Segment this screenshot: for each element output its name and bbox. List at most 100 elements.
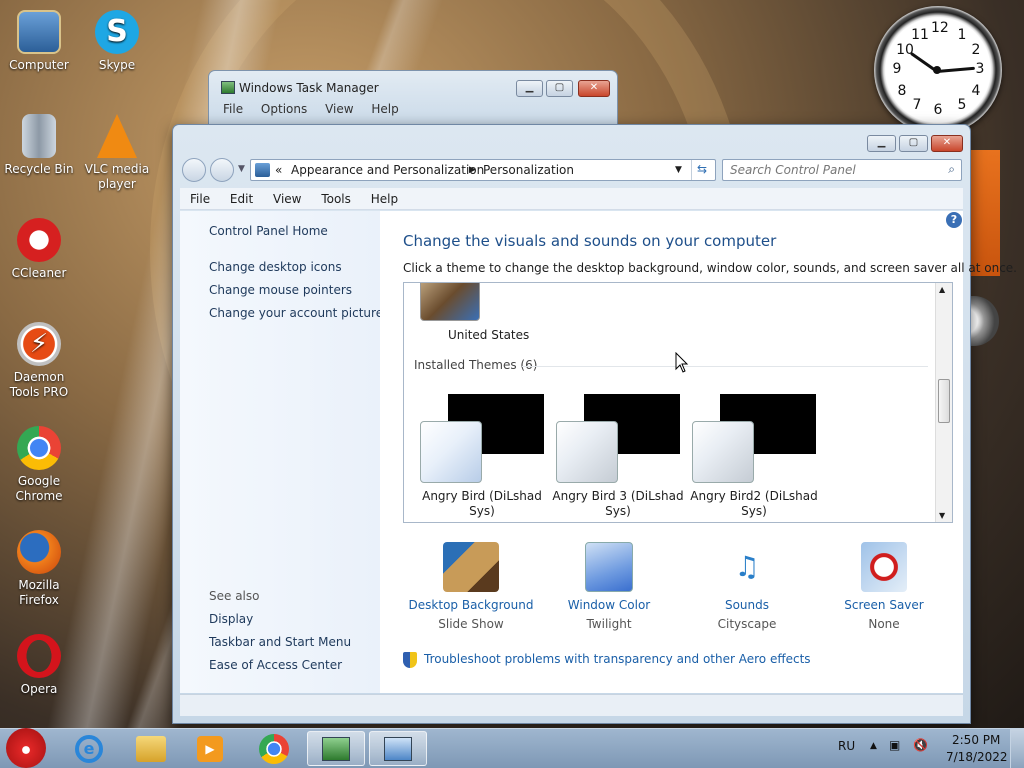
- address-bar[interactable]: « Appearance and Personalization ▶ Perso…: [250, 159, 716, 181]
- desktop-icon-opera[interactable]: Opera: [2, 634, 76, 697]
- themes-list[interactable]: United States Installed Themes (6) Angry…: [403, 282, 953, 523]
- menu-options[interactable]: Options: [261, 102, 307, 116]
- minute-hand: [936, 66, 975, 73]
- option-title[interactable]: Sounds: [677, 598, 817, 612]
- clock-number: 5: [957, 97, 967, 113]
- opera-icon: [17, 634, 61, 678]
- clock-number: 12: [931, 20, 949, 36]
- desktop-background-option[interactable]: Desktop Background Slide Show: [401, 542, 541, 631]
- shield-icon: [403, 652, 417, 668]
- screen-saver-option[interactable]: Screen Saver None: [814, 542, 954, 631]
- themes-scrollbar[interactable]: ▲ ▼: [935, 283, 952, 522]
- desktop-icon-computer[interactable]: Computer: [2, 10, 76, 73]
- ease-of-access-link[interactable]: Ease of Access Center: [209, 658, 342, 672]
- taskbar-internet-explorer[interactable]: e: [60, 731, 118, 766]
- change-mouse-pointers-link[interactable]: Change mouse pointers: [209, 283, 352, 297]
- sounds-icon: ♫: [734, 550, 760, 583]
- display-link[interactable]: Display: [209, 612, 253, 626]
- clock-number: 8: [897, 83, 907, 99]
- breadcrumb-item-appearance[interactable]: Appearance and Personalization: [291, 163, 484, 177]
- show-desktop-button[interactable]: [1010, 729, 1024, 768]
- help-icon[interactable]: ?: [946, 212, 962, 228]
- maximize-button[interactable]: ▢: [546, 80, 573, 97]
- show-hidden-icons-icon[interactable]: ▲: [870, 741, 877, 751]
- desktop-icon-daemon-tools[interactable]: ⚡ Daemon Tools PRO: [2, 322, 76, 400]
- minimize-button[interactable]: ▁: [516, 80, 543, 97]
- calendar-gadget[interactable]: [970, 150, 1000, 276]
- clock-date[interactable]: 7/18/2022: [946, 750, 1008, 764]
- desktop-icon-skype[interactable]: S Skype: [80, 10, 154, 73]
- theme-thumbnail-window: [420, 421, 482, 483]
- task-manager-window[interactable]: Windows Task Manager ▁ ▢ ✕ File Options …: [208, 70, 618, 130]
- option-value: Cityscape: [717, 617, 777, 631]
- change-desktop-icons-link[interactable]: Change desktop icons: [209, 260, 342, 274]
- menu-help[interactable]: Help: [371, 192, 398, 206]
- desktop-icon-label: VLC media player: [84, 162, 150, 191]
- lightning-icon: ⚡: [17, 322, 61, 366]
- breadcrumb-separator-icon[interactable]: ▶: [469, 165, 476, 175]
- window-color-icon: [585, 542, 633, 592]
- menu-view[interactable]: View: [325, 102, 353, 116]
- taskbar-explorer[interactable]: [122, 731, 180, 766]
- clock-gadget[interactable]: 12 1 2 3 4 5 6 7 8 9 10 11: [874, 6, 1002, 134]
- chrome-icon: [259, 734, 289, 764]
- search-box[interactable]: Search Control Panel ⌕: [722, 159, 962, 181]
- taskbar-control-panel[interactable]: [369, 731, 427, 766]
- scroll-thumb[interactable]: [938, 379, 950, 423]
- theme-thumbnail-window: [556, 421, 618, 483]
- menu-help[interactable]: Help: [371, 102, 398, 116]
- start-button-angry-bird-icon[interactable]: [6, 728, 46, 768]
- close-button[interactable]: ✕: [931, 135, 963, 152]
- clock-time[interactable]: 2:50 PM: [952, 733, 1000, 747]
- search-icon[interactable]: ⌕: [948, 162, 955, 177]
- clock-number: 1: [957, 27, 967, 43]
- menu-tools[interactable]: Tools: [321, 192, 351, 206]
- option-title[interactable]: Window Color: [539, 598, 679, 612]
- chrome-icon: [17, 426, 61, 470]
- vlc-cone-icon: [97, 114, 137, 158]
- refresh-icon[interactable]: ⇆: [697, 162, 707, 176]
- troubleshoot-aero-link[interactable]: Troubleshoot problems with transparency …: [424, 652, 811, 666]
- recent-pages-chevron-icon[interactable]: ▼: [238, 164, 245, 174]
- control-panel-home-link[interactable]: Control Panel Home: [209, 224, 328, 238]
- ccleaner-icon: [17, 218, 61, 262]
- taskbar-start-menu-link[interactable]: Taskbar and Start Menu: [209, 635, 351, 649]
- sounds-option[interactable]: ♫ Sounds Cityscape: [677, 542, 817, 631]
- window-color-option[interactable]: Window Color Twilight: [539, 542, 679, 631]
- desktop-icon-chrome[interactable]: Google Chrome: [2, 426, 76, 504]
- option-title[interactable]: Screen Saver: [814, 598, 954, 612]
- scroll-down-icon[interactable]: ▼: [939, 511, 945, 520]
- back-button[interactable]: [182, 158, 206, 182]
- network-icon[interactable]: ▣: [889, 738, 900, 752]
- breadcrumb-item-personalization[interactable]: Personalization: [483, 163, 574, 177]
- taskbar-task-manager[interactable]: [307, 731, 365, 766]
- maximize-button[interactable]: ▢: [899, 135, 928, 152]
- option-value: None: [868, 617, 900, 631]
- breadcrumb-overflow[interactable]: «: [275, 163, 282, 177]
- status-bar: [180, 694, 963, 716]
- desktop-icon-ccleaner[interactable]: CCleaner: [2, 218, 76, 281]
- forward-button[interactable]: [210, 158, 234, 182]
- scroll-up-icon[interactable]: ▲: [939, 285, 945, 294]
- menu-file[interactable]: File: [223, 102, 243, 116]
- clock-number: 11: [911, 27, 929, 43]
- taskbar-media-player[interactable]: ▶: [181, 731, 239, 766]
- desktop-icon-recycle-bin[interactable]: Recycle Bin: [2, 114, 76, 177]
- theme-thumbnail-united-states[interactable]: [420, 283, 480, 321]
- close-button[interactable]: ✕: [578, 80, 610, 97]
- desktop-icon-vlc[interactable]: VLC media player: [80, 114, 154, 192]
- language-indicator[interactable]: RU: [838, 739, 855, 753]
- option-title[interactable]: Desktop Background: [401, 598, 541, 612]
- control-panel-icon: [384, 737, 412, 761]
- menu-edit[interactable]: Edit: [230, 192, 253, 206]
- taskbar-chrome[interactable]: [245, 731, 303, 766]
- volume-muted-icon[interactable]: 🔇: [913, 738, 928, 752]
- task-manager-title: Windows Task Manager: [239, 81, 379, 95]
- menu-view[interactable]: View: [273, 192, 301, 206]
- menu-file[interactable]: File: [190, 192, 210, 206]
- address-dropdown-icon[interactable]: ▼: [675, 165, 682, 175]
- change-account-picture-link[interactable]: Change your account picture: [209, 306, 383, 320]
- minimize-button[interactable]: ▁: [867, 135, 896, 152]
- theme-label-united-states[interactable]: United States: [448, 328, 529, 342]
- desktop-icon-firefox[interactable]: Mozilla Firefox: [2, 530, 76, 608]
